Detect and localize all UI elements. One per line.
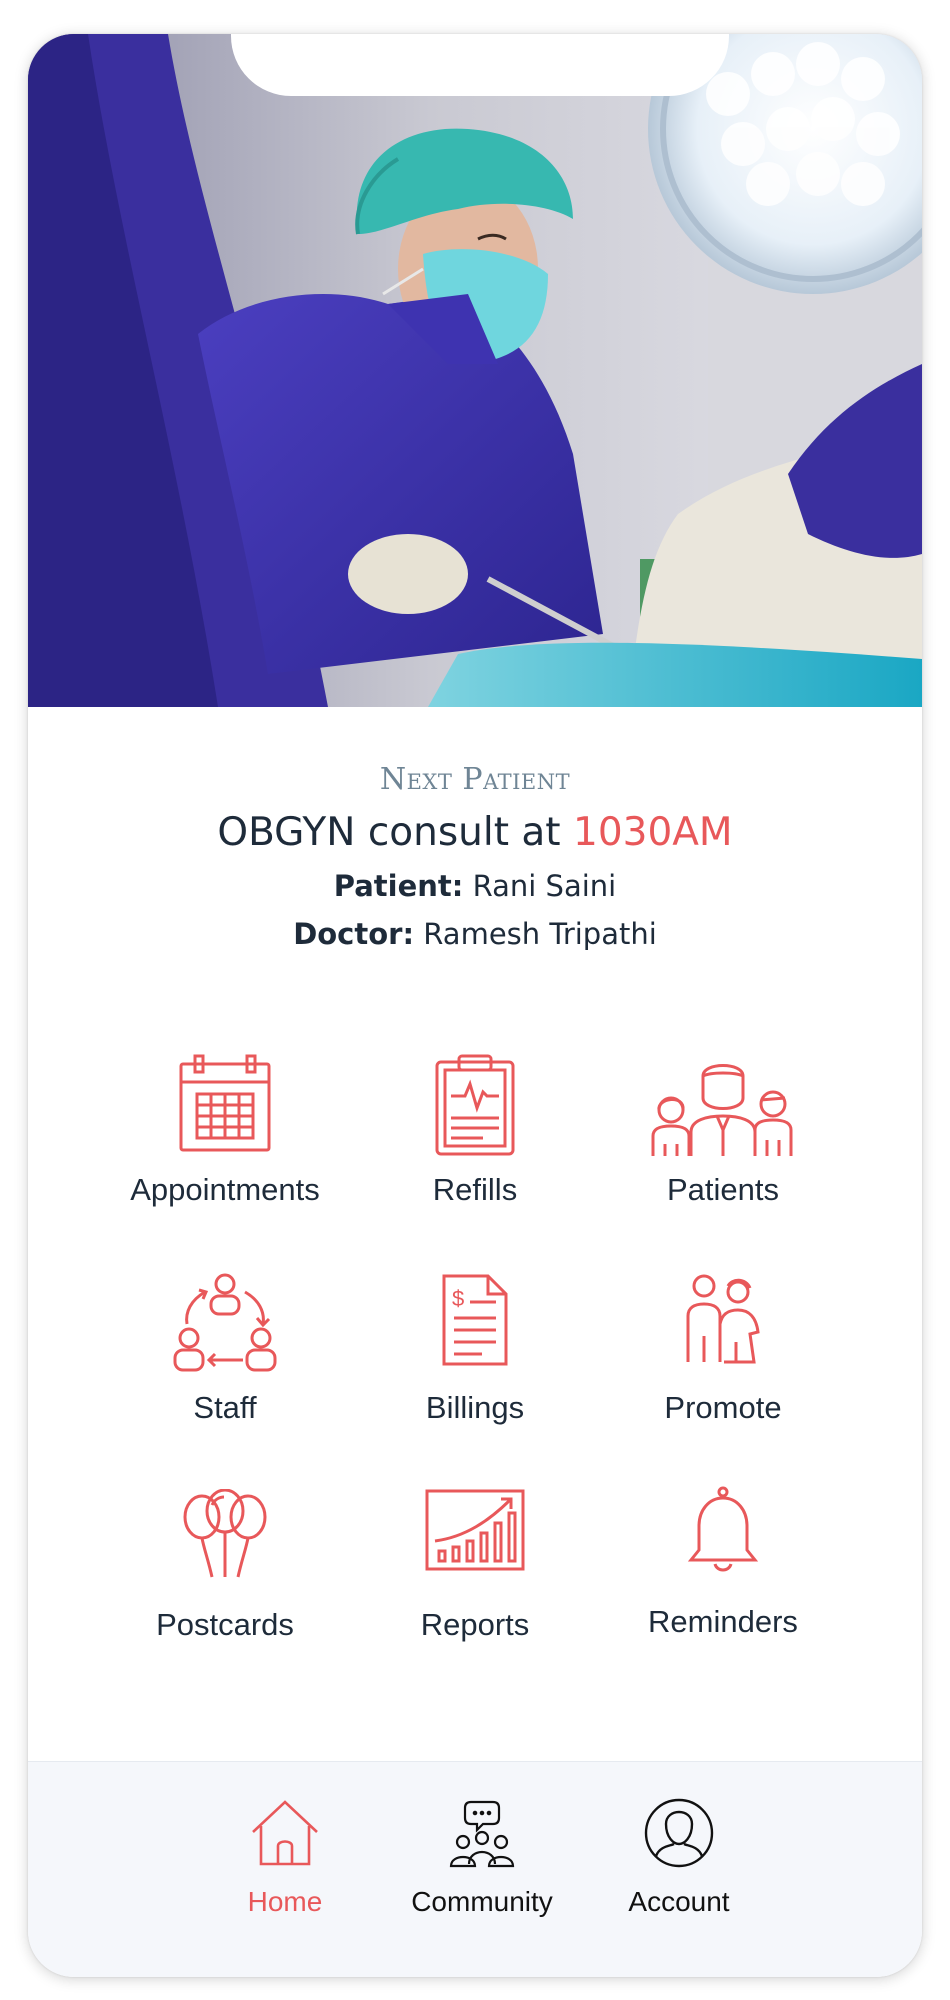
menu-item-promote[interactable]: Promote: [593, 1272, 853, 1462]
user-circle-icon: [644, 1798, 714, 1873]
menu-item-reminders[interactable]: Reminders: [593, 1486, 853, 1676]
menu-label-refills: Refills: [432, 1172, 518, 1207]
bottom-tab-bar: Home Community Account: [28, 1761, 922, 1977]
family-group-icon: [651, 1054, 795, 1163]
tab-community[interactable]: Community: [387, 1762, 577, 1977]
doctor-line: Doctor: Ramesh Tripathi: [28, 912, 922, 956]
house-icon: [250, 1798, 320, 1873]
patient-label: Patient:: [333, 869, 464, 903]
menu-label-appointments: Appointments: [130, 1172, 320, 1207]
clipboard-heartbeat-icon: [433, 1054, 517, 1161]
menu-item-refills[interactable]: Refills: [345, 1054, 605, 1244]
menu-item-postcards[interactable]: Postcards: [95, 1488, 355, 1679]
doctor-name: Ramesh Tripathi: [414, 917, 657, 951]
calendar-icon: [177, 1054, 273, 1159]
tab-home-label: Home: [247, 1886, 323, 1917]
invoice-icon: $: [440, 1272, 510, 1373]
tab-home[interactable]: Home: [190, 1762, 380, 1977]
phone-screen: Next Patient OBGYN consult at 1030AM Pat…: [28, 34, 922, 1977]
patient-line: Patient: Rani Saini: [28, 864, 922, 908]
menu-item-billings[interactable]: $ Billings: [345, 1272, 605, 1462]
balloons-icon: [182, 1488, 268, 1584]
menu-label-staff: Staff: [193, 1390, 257, 1425]
growth-chart-icon: [425, 1489, 525, 1576]
bell-icon: [687, 1486, 759, 1579]
next-patient-label: Next Patient: [379, 762, 571, 797]
couple-icon: [684, 1272, 762, 1369]
menu-label-reports: Reports: [420, 1607, 530, 1642]
tab-account[interactable]: Account: [584, 1762, 774, 1977]
device-notch: [231, 34, 729, 96]
team-cycle-icon: [173, 1272, 277, 1379]
hero-image-surgeon: [28, 34, 922, 707]
doctor-label: Doctor:: [293, 917, 415, 951]
consult-time: 1030AM: [573, 810, 733, 855]
consult-description: OBGYN consult at: [217, 810, 573, 855]
tab-community-label: Community: [411, 1886, 553, 1917]
group-chat-icon: [449, 1798, 515, 1875]
menu-label-reminders: Reminders: [648, 1604, 798, 1639]
next-patient-card: Next Patient OBGYN consult at 1030AM Pat…: [28, 762, 922, 956]
menu-item-appointments[interactable]: Appointments: [95, 1054, 355, 1244]
patient-name: Rani Saini: [463, 869, 617, 903]
menu-item-patients[interactable]: Patients: [593, 1054, 853, 1244]
svg-text:$: $: [452, 1286, 464, 1311]
menu-item-reports[interactable]: Reports: [345, 1489, 605, 1679]
menu-label-promote: Promote: [664, 1390, 782, 1425]
consult-title: OBGYN consult at 1030AM: [28, 810, 922, 856]
menu-label-patients: Patients: [666, 1172, 779, 1207]
tab-account-label: Account: [628, 1886, 730, 1917]
menu-label-billings: Billings: [425, 1390, 525, 1425]
menu-label-postcards: Postcards: [156, 1607, 294, 1642]
menu-item-staff[interactable]: Staff: [95, 1272, 355, 1462]
